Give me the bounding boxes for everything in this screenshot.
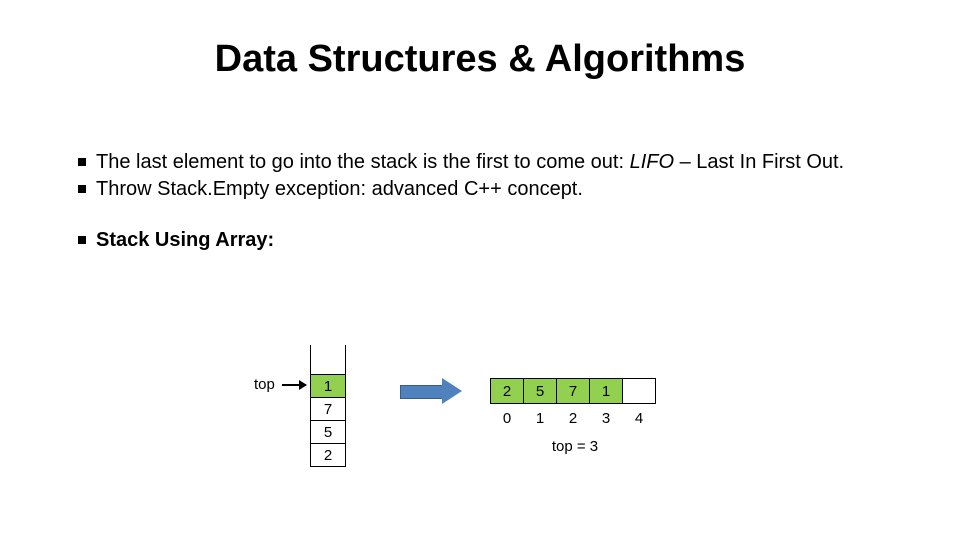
top-caption: top = 3: [490, 438, 660, 455]
array-cell: [622, 378, 656, 404]
array-index: 1: [523, 410, 557, 427]
array-index: 4: [622, 410, 656, 427]
bullet-list: The last element to go into the stack is…: [78, 150, 898, 255]
array-index: 3: [589, 410, 623, 427]
array-cell: 5: [523, 378, 557, 404]
array-indices: 0 1 2 3 4: [490, 410, 656, 427]
text-span: – Last In First Out.: [674, 151, 844, 173]
bullet-item: The last element to go into the stack is…: [78, 150, 898, 175]
stack-cell: 7: [310, 397, 346, 421]
bullet-marker-icon: [78, 236, 86, 244]
stack-cell: 1: [310, 374, 346, 398]
array-index: 0: [490, 410, 524, 427]
stack-cell: 2: [310, 443, 346, 467]
bullet-marker-icon: [78, 185, 86, 193]
array-cell: 7: [556, 378, 590, 404]
block-arrow-right-icon: [400, 380, 460, 402]
bullet-text: Throw Stack.Empty exception: advanced C+…: [96, 177, 898, 202]
text-italic: LIFO: [630, 151, 674, 173]
bullet-item: Throw Stack.Empty exception: advanced C+…: [78, 177, 898, 202]
bullet-item: Stack Using Array:: [78, 228, 898, 253]
arrow-right-icon: [282, 384, 306, 386]
array-cell: 2: [490, 378, 524, 404]
slide: Data Structures & Algorithms The last el…: [0, 0, 960, 540]
stack-cell: 5: [310, 420, 346, 444]
vertical-stack: 1 7 5 2: [310, 345, 346, 467]
bullet-text: The last element to go into the stack is…: [96, 150, 898, 175]
top-label: top: [254, 376, 275, 393]
text-span: The last element to go into the stack is…: [96, 151, 630, 173]
horizontal-array: 2 5 7 1: [490, 378, 656, 404]
stack-open-top: [310, 345, 346, 375]
array-cell: 1: [589, 378, 623, 404]
slide-title: Data Structures & Algorithms: [0, 38, 960, 81]
bullet-marker-icon: [78, 158, 86, 166]
bullet-text: Stack Using Array:: [96, 228, 898, 253]
array-index: 2: [556, 410, 590, 427]
